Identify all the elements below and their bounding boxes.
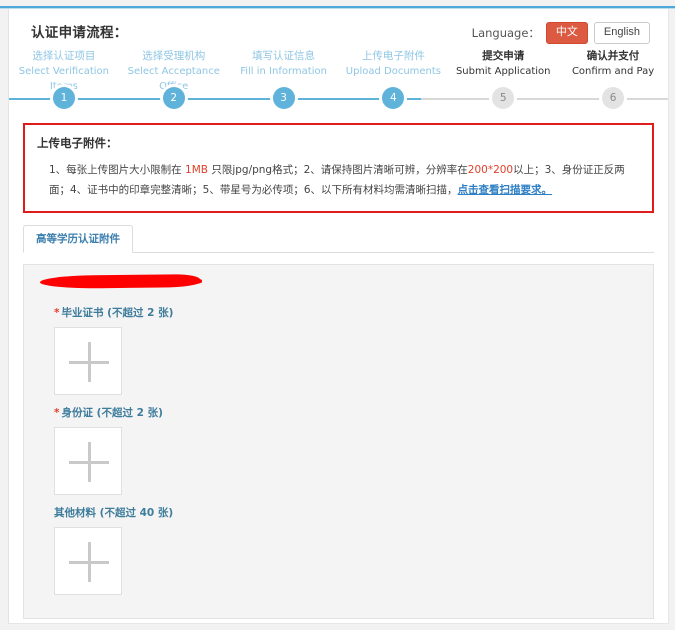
notice-line2-part-a: 完整清晰；5、带星号为必传项；6、以下所有材料均需清晰扫描， (150, 184, 458, 196)
step-1-bullet[interactable]: 1 (52, 87, 75, 109)
required-star-diploma: * (54, 307, 60, 319)
upload-group-diploma: * 毕业证书 (不超过 2 张) (24, 305, 653, 395)
upload-group-other-text: 其他材料 (不超过 40 张) (54, 507, 174, 519)
notice-line1-part-a: 1、每张上传图片大小限制在 (49, 164, 186, 176)
upload-dropzone-other[interactable] (54, 527, 122, 595)
step-6-label-en: Confirm and Pay (571, 66, 655, 77)
step-5-bullet-wrap: 5 (448, 87, 558, 109)
step-5-bullet[interactable]: 5 (492, 87, 515, 109)
progress-stepper: 选择认证项目 Select Verification Items 选择受理机构 … (9, 49, 668, 115)
language-english-button[interactable]: English (593, 22, 650, 44)
scan-requirements-link[interactable]: 点击查看扫描要求。 (458, 184, 553, 196)
step-4-bullet-wrap: 4 (338, 87, 448, 109)
upload-group-other: 其他材料 (不超过 40 张) (24, 505, 653, 595)
step-2-bullet[interactable]: 2 (162, 87, 185, 109)
language-chinese-button[interactable]: 中文 (545, 22, 588, 44)
page-root: 认证申请流程： Language： 中文 English 选择认证项目 Sele… (0, 0, 675, 630)
redaction-scribble (39, 274, 201, 289)
upload-group-other-label: 其他材料 (不超过 40 张) (54, 505, 653, 520)
step-4-label-cn: 上传电子附件 (361, 50, 425, 62)
step-6-bullet-wrap: 6 (558, 87, 668, 109)
upload-group-diploma-text: 毕业证书 (不超过 2 张) (61, 307, 174, 319)
step-1-label-cn: 选择认证项目 (32, 50, 96, 62)
content-card: 认证申请流程： Language： 中文 English 选择认证项目 Sele… (8, 9, 669, 624)
step-5-label-en: Submit Application (455, 66, 551, 77)
step-1-bullet-wrap: 1 (9, 87, 119, 109)
step-3-label-cn: 填写认证信息 (252, 50, 316, 62)
upload-group-id-card: * 身份证 (不超过 2 张) (24, 405, 653, 495)
language-switcher: Language： 中文 English (472, 22, 650, 44)
notice-resolution: 200*200 (467, 164, 514, 176)
step-3-bullet-wrap: 3 (229, 87, 339, 109)
step-4-bullet[interactable]: 4 (382, 87, 405, 109)
notice-title: 上传电子附件： (37, 136, 118, 150)
attachment-tabs: 高等学历认证附件 (23, 225, 654, 253)
top-accent-rule (0, 6, 675, 9)
upload-group-id-card-label: * 身份证 (不超过 2 张) (54, 405, 653, 420)
step-3-bullet[interactable]: 3 (272, 87, 295, 109)
notice-body: 1、每张上传图片大小限制在 1MB 只限jpg/png格式；2、请保持图片清晰可… (37, 160, 640, 200)
page-title: 认证申请流程： (31, 25, 128, 41)
upload-dropzone-id-card[interactable] (54, 427, 122, 495)
tab-higher-education-attachments[interactable]: 高等学历认证附件 (23, 225, 133, 253)
step-2-label-cn: 选择受理机构 (142, 50, 206, 62)
notice-line1-part-b: 只限jpg/png格式；2、请保持图片清晰可辨，分辨率在 (207, 164, 468, 176)
upload-dropzone-diploma[interactable] (54, 327, 122, 395)
step-4-label-en: Upload Documents (345, 66, 442, 77)
step-3-label-en: Fill in Information (240, 66, 327, 77)
language-label: Language： (471, 26, 540, 40)
step-2-bullet-wrap: 2 (119, 87, 229, 109)
upload-group-diploma-label: * 毕业证书 (不超过 2 张) (54, 305, 653, 320)
notice-size-limit: 1MB (185, 164, 208, 176)
upload-notice-box: 上传电子附件： 1、每张上传图片大小限制在 1MB 只限jpg/png格式；2、… (23, 123, 654, 213)
page-header: 认证申请流程： Language： 中文 English (9, 9, 668, 44)
stepper-bullets: 1 2 3 4 5 6 (9, 87, 668, 109)
step-6-label-cn: 确认并支付 (586, 50, 640, 62)
step-6-bullet[interactable]: 6 (602, 87, 625, 109)
required-star-id-card: * (54, 407, 60, 419)
upload-group-id-card-text: 身份证 (不超过 2 张) (61, 407, 163, 419)
step-5-label-cn: 提交申请 (482, 50, 525, 62)
upload-panel: * 毕业证书 (不超过 2 张) * 身份证 (不超过 2 张) 其他材料 (不超过… (23, 264, 654, 619)
